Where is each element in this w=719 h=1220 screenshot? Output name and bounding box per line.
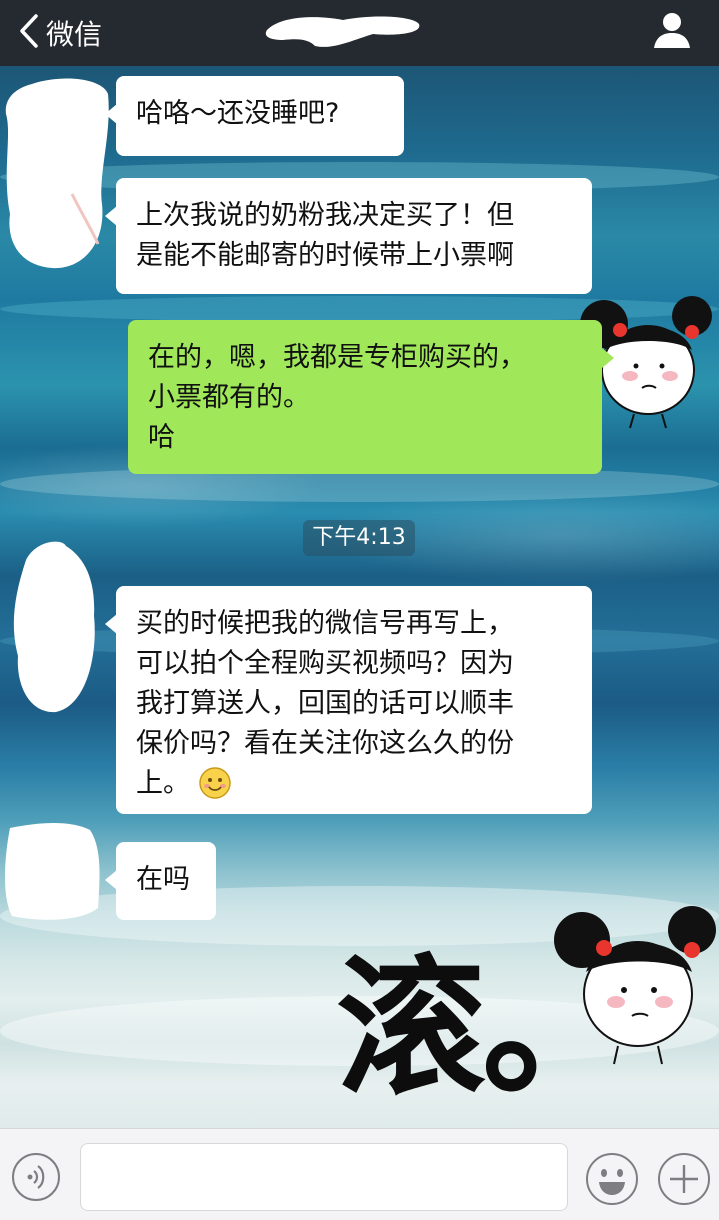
plus-icon <box>658 1153 710 1205</box>
message-input[interactable] <box>80 1143 568 1211</box>
person-icon <box>648 13 696 58</box>
message-text-last-line: 上。 <box>136 764 572 804</box>
message-text: 保价吗？看在关注你这么久的份 <box>136 728 514 759</box>
message-text: 哈 <box>148 422 175 453</box>
message-text: 是能不能邮寄的时候带上小票啊 <box>136 240 514 271</box>
message-bubble-incoming[interactable]: 在吗 <box>105 842 216 920</box>
more-options-button[interactable] <box>656 1151 712 1207</box>
message-text: 在吗 <box>136 864 190 895</box>
message-text: 上。 <box>136 768 190 799</box>
contact-avatar-redacted[interactable] <box>2 74 112 274</box>
message-bubble-outgoing[interactable]: 在的，嗯，我都是专柜购买的， 小票都有的。 哈 <box>128 320 614 474</box>
emoji-button[interactable] <box>584 1151 640 1207</box>
message-list[interactable]: 哈咯～还没睡吧? 上次我说的奶粉我决定买了！但 是能不能邮寄的时候带上小票啊 在… <box>0 66 719 1128</box>
contact-avatar-redacted[interactable] <box>0 818 104 922</box>
chat-screen: 微信 哈咯～还没睡吧? 上次我说的奶粉我决定买了！但 是能不能邮寄的时候带上小票… <box>0 0 719 1220</box>
sticker-caption: 滚。 <box>336 940 632 1116</box>
message-bubble-incoming[interactable]: 哈咯～还没睡吧? <box>105 76 404 156</box>
message-bubble-incoming[interactable]: 上次我说的奶粉我决定买了！但 是能不能邮寄的时候带上小票啊 <box>105 178 592 294</box>
smiley-icon <box>586 1153 638 1205</box>
back-label: 微信 <box>46 18 103 51</box>
message-text: 小票都有的。 <box>148 382 310 413</box>
message-text: 买的时候把我的微信号再写上， <box>136 608 514 639</box>
chat-info-button[interactable] <box>648 6 696 54</box>
message-text: 上次我说的奶粉我决定买了！但 <box>136 200 514 231</box>
chat-title-redacted <box>263 10 423 50</box>
message-text: 哈咯～还没睡吧? <box>136 98 340 129</box>
message-text: 我打算送人，回国的话可以顺丰 <box>136 688 514 719</box>
voice-toggle-button[interactable] <box>10 1151 62 1203</box>
input-bar <box>0 1128 719 1220</box>
smile-emoji-icon <box>198 766 232 800</box>
message-text: 可以拍个全程购买视频吗？因为 <box>136 648 514 679</box>
message-text: 在的，嗯，我都是专柜购买的， <box>148 342 526 373</box>
message-timestamp: 下午4:13 <box>303 520 415 556</box>
nav-bar: 微信 <box>0 0 719 66</box>
voice-icon <box>12 1153 60 1201</box>
contact-avatar-redacted[interactable] <box>6 536 102 716</box>
chevron-left-icon <box>18 13 40 53</box>
back-button[interactable]: 微信 <box>18 6 102 60</box>
message-bubble-incoming[interactable]: 买的时候把我的微信号再写上， 可以拍个全程购买视频吗？因为 我打算送人，回国的话… <box>105 586 592 814</box>
